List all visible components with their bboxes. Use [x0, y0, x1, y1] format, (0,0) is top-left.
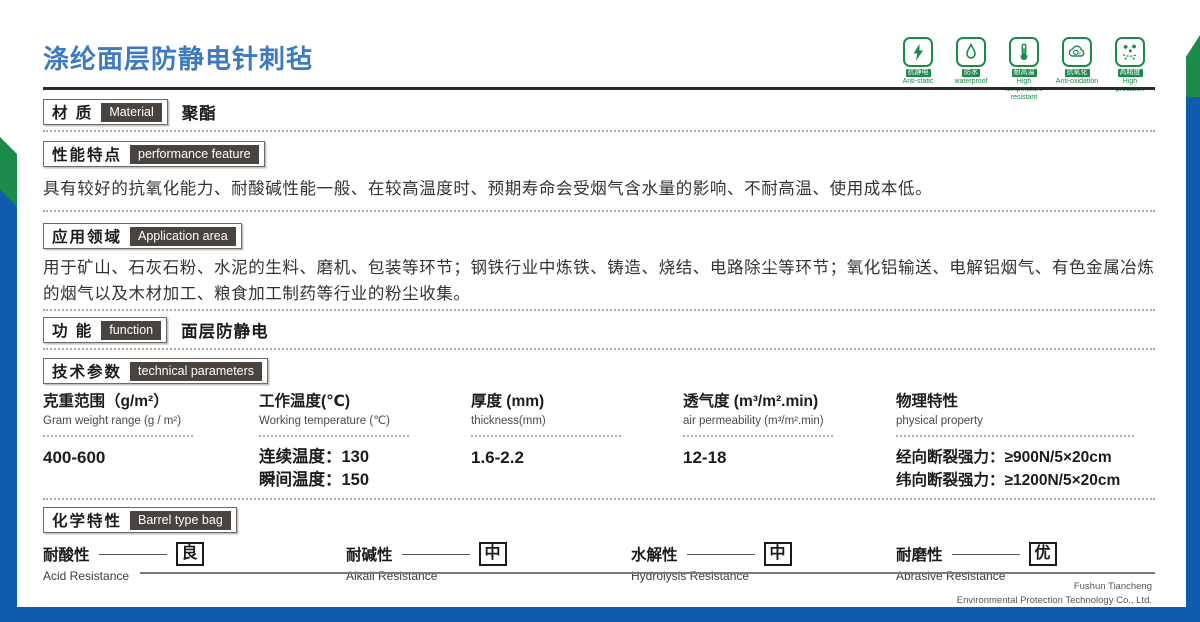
- param-header-zh: 透气度 (m³/m².min): [683, 393, 819, 410]
- title-rule: [43, 87, 1155, 90]
- param-thickness: 厚度 (mm) thickness(mm) 1.6-2.2: [471, 392, 683, 492]
- material-label-zh: 材 质: [52, 105, 94, 122]
- performance-label-box: 性能特点 performance feature: [43, 141, 265, 167]
- param-header-en: thickness(mm): [471, 415, 546, 427]
- param-header-zh: 厚度 (mm): [471, 393, 545, 410]
- chemical-label-en: Barrel type bag: [130, 510, 231, 530]
- footer-company-line2: Environmental Protection Technology Co.,…: [956, 595, 1152, 606]
- section-performance: 性能特点 performance feature: [43, 141, 1155, 167]
- param-rule: [896, 435, 1134, 437]
- param-working-temperature: 工作温度(℃) Working temperature (℃) 连续温度：130…: [259, 392, 471, 492]
- param-rule: [471, 435, 621, 437]
- chem-label-zh: 耐酸性: [43, 547, 90, 564]
- technical-parameters-table: 克重范围（g/m²） Gram weight range (g / m²) 40…: [43, 392, 1155, 492]
- chem-label-zh: 耐磨性: [896, 547, 943, 564]
- technical-label-box: 技术参数 technical parameters: [43, 358, 269, 384]
- param-value: 瞬间温度：150: [259, 471, 370, 489]
- footer-company-line1: Fushun Tiancheng: [1073, 581, 1152, 592]
- dotted-divider: [43, 130, 1155, 132]
- chem-grade-badge: 优: [1028, 542, 1057, 566]
- performance-label-en: performance feature: [130, 144, 259, 164]
- performance-label-zh: 性能特点: [52, 147, 123, 164]
- param-header-zh: 工作温度(℃): [259, 393, 351, 410]
- param-air-permeability: 透气度 (m³/m².min) air permeability (m³/m².…: [683, 392, 896, 492]
- param-header-en: Gram weight range (g / m²): [43, 415, 182, 427]
- chem-alkali-resistance: 耐碱性 中 Alkali Resistance: [346, 542, 631, 583]
- param-physical-property: 物理特性 physical property 经向断裂强力：≥900N/5×20…: [896, 392, 1155, 492]
- param-value: 经向断裂强力：≥900N/5×20cm: [896, 449, 1112, 466]
- material-label-en: Material: [101, 102, 162, 122]
- footer-company: Fushun Tiancheng Environmental Protectio…: [957, 580, 1152, 608]
- param-header-en: Working temperature (℃): [259, 415, 390, 427]
- bottom-blue-bar: [0, 607, 1200, 622]
- dotted-divider: [43, 309, 1155, 311]
- chem-connector-line: [98, 553, 167, 555]
- param-value: 400-600: [43, 448, 106, 467]
- param-value: 连续温度：130: [259, 448, 370, 466]
- function-label-en: function: [101, 320, 162, 340]
- material-value: 聚酯: [181, 105, 217, 123]
- chem-grade-badge: 中: [478, 542, 507, 566]
- function-label-box: 功 能 function: [43, 317, 168, 343]
- function-value: 面层防静电: [181, 323, 269, 341]
- chem-connector-line: [401, 553, 470, 555]
- dotted-divider: [43, 210, 1155, 212]
- chem-label-zh: 耐碱性: [346, 547, 393, 564]
- param-gram-weight: 克重范围（g/m²） Gram weight range (g / m²) 40…: [43, 392, 259, 492]
- param-header-zh: 物理特性: [896, 393, 959, 410]
- chem-abrasive-resistance: 耐磨性 优 Abrasive Resistance: [896, 542, 1155, 583]
- application-label-en: Application area: [130, 226, 236, 246]
- page-title: 涤纶面层防静电针刺毡: [43, 44, 314, 74]
- technical-label-zh: 技术参数: [52, 364, 123, 381]
- dotted-divider: [43, 498, 1155, 500]
- right-blue-bar: [1186, 97, 1200, 607]
- chem-label-zh: 水解性: [631, 547, 678, 564]
- section-technical: 技术参数 technical parameters: [43, 358, 1155, 384]
- param-value: 1.6-2.2: [471, 448, 524, 467]
- chem-connector-line: [686, 553, 755, 555]
- right-green-accent: [1186, 35, 1200, 97]
- chem-acid-resistance: 耐酸性 良 Acid Resistance: [43, 542, 346, 583]
- section-material: 材 质 Material 聚酯: [43, 99, 1155, 125]
- performance-text: 具有较好的抗氧化能力、耐酸碱性能一般、在较高温度时、预期寿命会受烟气含水量的影响…: [43, 180, 933, 198]
- param-header-en: physical property: [896, 415, 983, 427]
- application-text: 用于矿山、石灰石粉、水泥的生料、磨机、包装等环节；钢铁行业中炼铁、铸造、烧结、电…: [43, 259, 1155, 303]
- chem-grade-badge: 良: [175, 542, 204, 566]
- technical-label-en: technical parameters: [130, 361, 263, 381]
- chem-connector-line: [951, 553, 1020, 555]
- page-content: 涤纶面层防静电针刺毡 材 质 Material 聚酯 性能特点 performa…: [43, 0, 1155, 583]
- chemical-label-box: 化学特性 Barrel type bag: [43, 507, 237, 533]
- param-header-en: air permeability (m³/m².min): [683, 415, 824, 427]
- param-value: 纬向断裂强力：≥1200N/5×20cm: [896, 472, 1121, 489]
- chem-grade-badge: 中: [763, 542, 792, 566]
- section-application: 应用领域 Application area: [43, 223, 1155, 249]
- chemical-properties-row: 耐酸性 良 Acid Resistance 耐碱性 中 Alkali Resis…: [43, 542, 1155, 583]
- material-label-box: 材 质 Material: [43, 99, 168, 125]
- application-label-zh: 应用领域: [52, 229, 123, 246]
- dotted-divider: [43, 348, 1155, 350]
- section-function: 功 能 function 面层防静电: [43, 317, 1155, 343]
- param-header-zh: 克重范围（g/m²）: [43, 393, 169, 410]
- chemical-label-zh: 化学特性: [52, 513, 123, 530]
- param-rule: [259, 435, 409, 437]
- left-blue-bar: [0, 190, 17, 612]
- function-label-zh: 功 能: [52, 323, 94, 340]
- application-label-box: 应用领域 Application area: [43, 223, 242, 249]
- param-rule: [683, 435, 833, 437]
- param-rule: [43, 435, 193, 437]
- section-chemical: 化学特性 Barrel type bag: [43, 507, 1155, 533]
- param-value: 12-18: [683, 448, 727, 467]
- chem-hydrolysis-resistance: 水解性 中 Hydrolysis Resistance: [631, 542, 896, 583]
- footer-rule: [140, 572, 1155, 574]
